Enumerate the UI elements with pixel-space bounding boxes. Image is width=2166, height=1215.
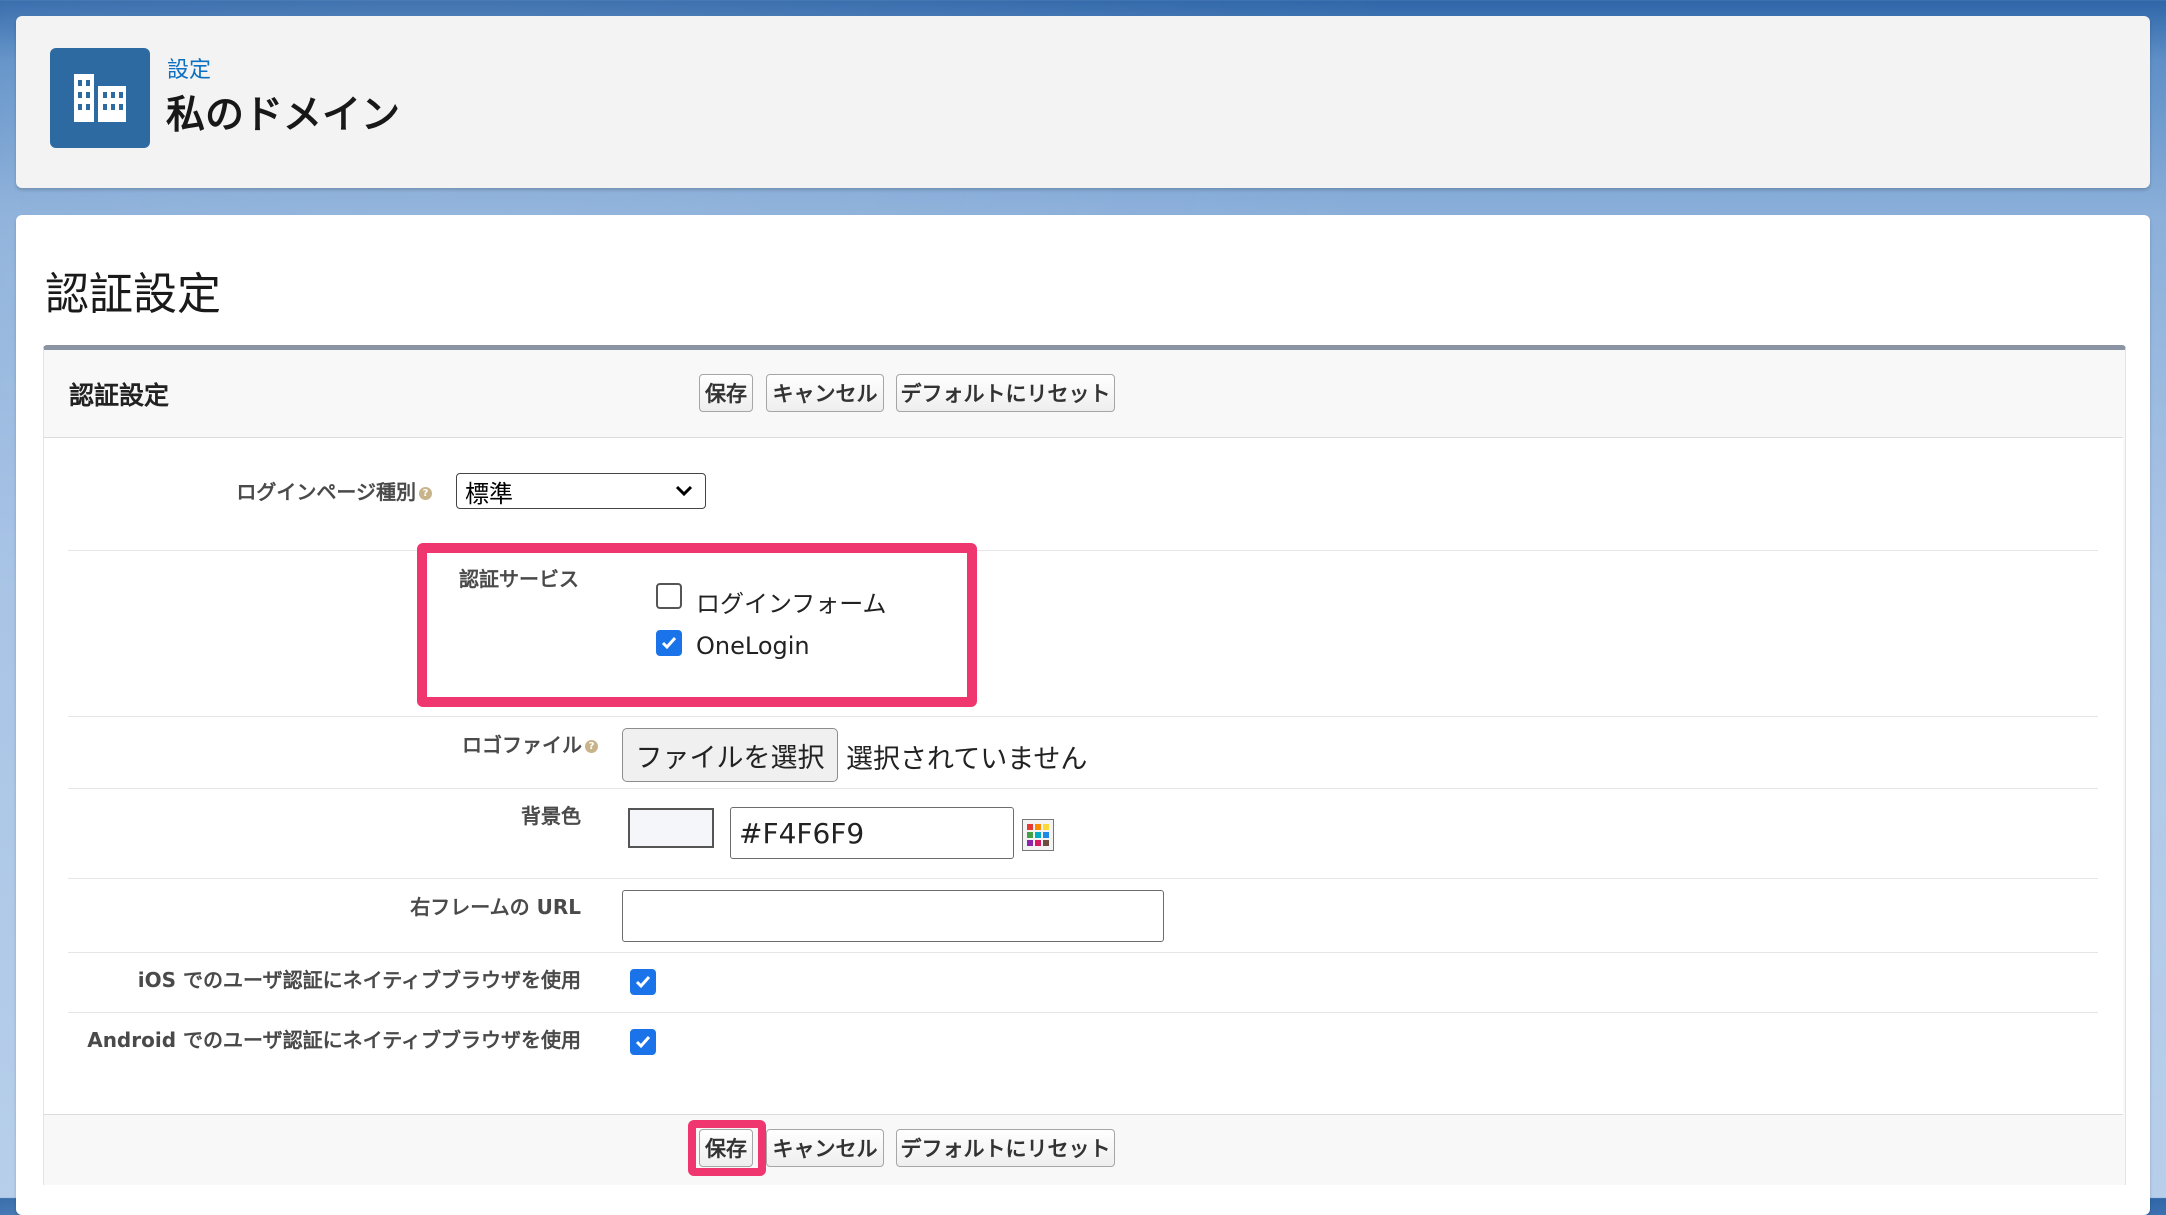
ios-native-browser-checkbox[interactable] (630, 969, 656, 995)
ios-label-wrap: iOS でのユーザ認証にネイティブブラウザを使用 (0, 964, 581, 994)
android-native-browser-checkbox[interactable] (630, 1029, 656, 1055)
logo-file-label-text: ロゴファイル (462, 733, 582, 757)
background-color-label: 背景色 (521, 804, 581, 828)
building-icon (50, 48, 150, 148)
block-title: 認証設定 (69, 381, 170, 410)
login-page-type-select[interactable]: 標準 (456, 473, 706, 509)
help-icon[interactable]: ? (419, 487, 432, 500)
right-frame-url-label-wrap: 右フレームの URL (0, 891, 581, 921)
onelogin-checkbox[interactable] (656, 630, 682, 656)
ios-native-browser-label: iOS でのユーザ認証にネイティブブラウザを使用 (137, 968, 581, 992)
logo-file-label-wrap: ロゴファイル? (0, 729, 598, 759)
background-color-swatch[interactable] (628, 808, 714, 848)
login-form-checkbox[interactable] (656, 583, 682, 609)
row-divider (68, 952, 2098, 953)
right-frame-url-input[interactable] (622, 890, 1164, 942)
form-body (44, 437, 2123, 1115)
login-page-type-label: ログインページ種別? (236, 476, 432, 505)
row-divider (68, 788, 2098, 789)
reset-default-button-bottom[interactable]: デフォルトにリセット (896, 1129, 1115, 1167)
choose-file-button[interactable]: ファイルを選択 (622, 728, 838, 782)
save-button-bottom[interactable]: 保存 (699, 1129, 753, 1167)
onelogin-checkbox-label: OneLogin (696, 632, 810, 660)
page-title: 認証設定 (45, 269, 221, 320)
background-color-label-wrap: 背景色 (0, 800, 581, 830)
row-divider (68, 550, 2098, 551)
logo-file-label: ロゴファイル? (462, 729, 598, 758)
file-status-text: 選択されていません (846, 744, 1088, 775)
breadcrumb-setup-link[interactable]: 設定 (167, 52, 211, 84)
background-color-input[interactable]: #F4F6F9 (730, 807, 1014, 859)
login-page-type-label-text: ログインページ種別 (236, 480, 416, 504)
auth-service-label: 認証サービス (459, 567, 579, 591)
login-page-type-label-wrap: ログインページ種別? (0, 476, 432, 506)
row-divider (68, 716, 2098, 717)
right-frame-url-label: 右フレームの URL (410, 895, 581, 919)
android-label-wrap: Android でのユーザ認証にネイティブブラウザを使用 (0, 1024, 581, 1054)
cancel-button-bottom[interactable]: キャンセル (766, 1129, 884, 1167)
save-button-top[interactable]: 保存 (699, 374, 753, 412)
page-header-title: 私のドメイン (166, 93, 401, 138)
chevron-down-icon (675, 485, 693, 497)
color-palette-icon[interactable] (1022, 819, 1054, 851)
row-divider (68, 1012, 2098, 1013)
login-form-checkbox-label: ログインフォーム (696, 590, 887, 618)
row-divider (68, 878, 2098, 879)
android-native-browser-label: Android でのユーザ認証にネイティブブラウザを使用 (87, 1028, 581, 1052)
login-page-type-value: 標準 (465, 479, 513, 508)
cancel-button-top[interactable]: キャンセル (766, 374, 884, 412)
help-icon[interactable]: ? (585, 740, 598, 753)
reset-default-button-top[interactable]: デフォルトにリセット (896, 374, 1115, 412)
